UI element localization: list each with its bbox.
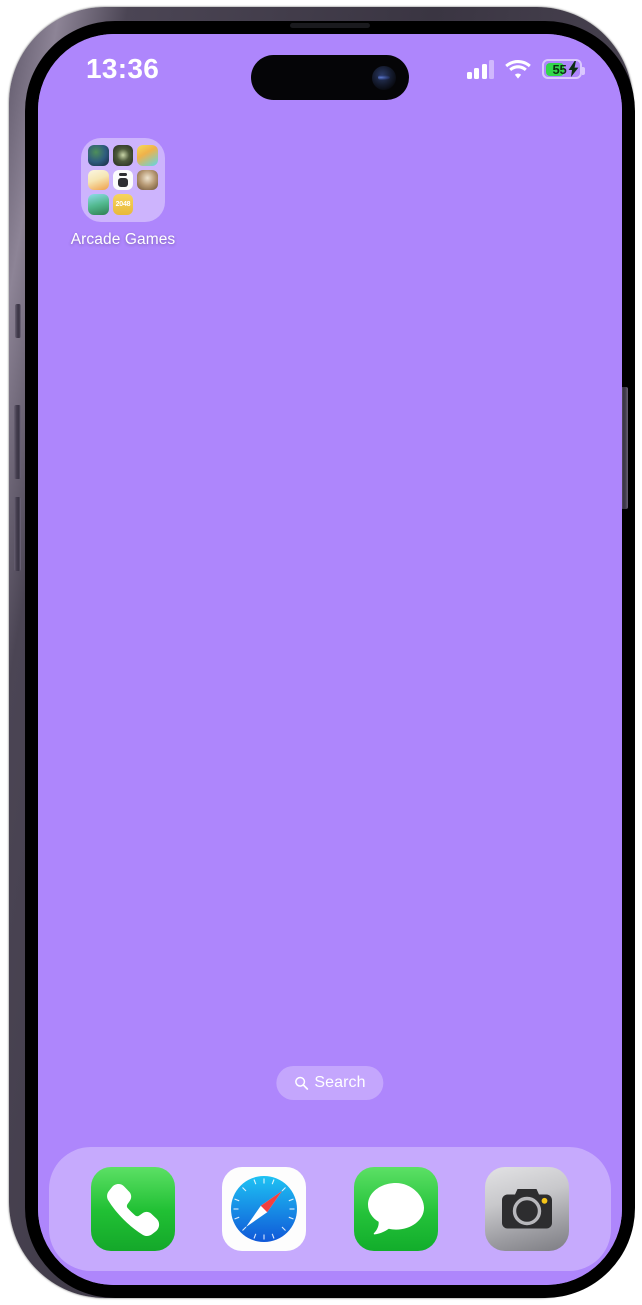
mini-app-2048-game: 2048 <box>112 194 134 215</box>
dock-app-camera[interactable] <box>485 1167 570 1251</box>
mini-app-2048-label: 2048 <box>115 201 131 209</box>
status-bar-time: 13:36 <box>86 53 160 84</box>
mini-app-rock-game <box>137 169 158 191</box>
camera-icon <box>502 1189 553 1229</box>
compass-icon <box>231 1176 298 1242</box>
wifi-icon <box>505 59 531 79</box>
phone-handset-icon <box>106 1184 159 1237</box>
battery-icon: 55 <box>542 59 585 79</box>
charging-bolt-icon <box>568 61 579 77</box>
mini-app-machine-game <box>112 169 134 191</box>
power-button[interactable] <box>621 387 628 509</box>
app-label-arcade-games: Arcade Games <box>70 231 176 248</box>
app-grid: 2048 Arcade Games <box>38 138 622 249</box>
mini-app-empty-slot <box>137 194 158 215</box>
earpiece-speaker <box>290 23 370 28</box>
dock-app-phone[interactable] <box>90 1167 175 1251</box>
search-button[interactable]: Search <box>276 1066 384 1100</box>
mini-app-globe-game <box>88 145 109 166</box>
phone-screen[interactable]: 13:36 55 2048 Arcade Games Search <box>38 34 622 1285</box>
mini-app-cartoon-game <box>137 145 158 166</box>
status-bar: 13:36 55 <box>38 34 622 100</box>
dock-app-safari[interactable] <box>222 1167 307 1251</box>
search-label: Search <box>314 1074 366 1091</box>
mute-switch[interactable] <box>15 304 21 338</box>
status-bar-indicators: 55 <box>466 59 585 79</box>
app-cell-arcade-games[interactable]: 2048 Arcade Games <box>68 138 178 249</box>
phone-frame: 13:36 55 2048 Arcade Games Search <box>9 7 635 1298</box>
volume-down-button[interactable] <box>14 497 21 571</box>
mini-app-beach-game <box>88 169 109 191</box>
search-icon <box>295 1076 309 1090</box>
cellular-signal-icon <box>466 59 494 79</box>
dock <box>49 1147 611 1271</box>
mini-app-island-game <box>88 194 109 215</box>
folder-icon-arcade-games[interactable]: 2048 <box>81 138 165 222</box>
volume-up-button[interactable] <box>14 405 21 479</box>
mini-app-tunnel-game <box>112 145 134 166</box>
speech-bubble-icon <box>367 1183 424 1235</box>
dock-app-messages[interactable] <box>353 1167 438 1251</box>
